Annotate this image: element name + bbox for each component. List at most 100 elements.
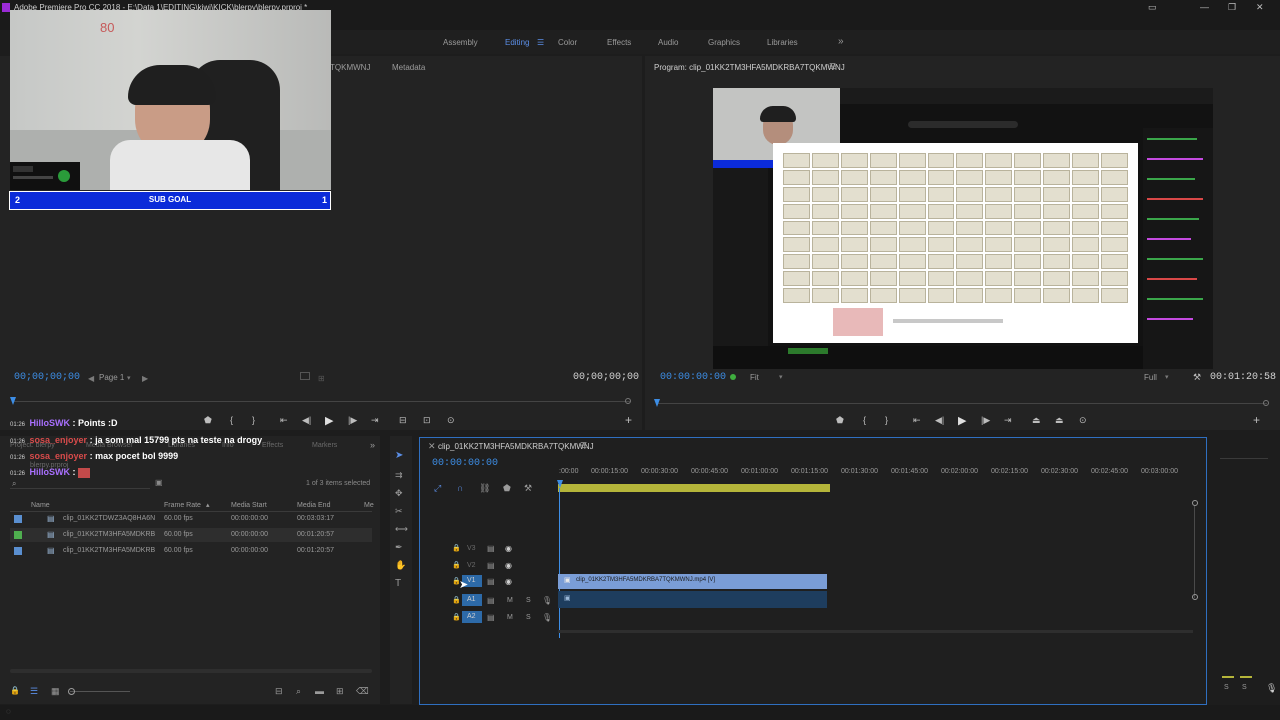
- close-sequence-icon[interactable]: ✕: [428, 441, 436, 452]
- wrench-icon[interactable]: ⚒: [1193, 372, 1201, 383]
- vertical-scroll-handle[interactable]: [1192, 500, 1198, 506]
- mic-a1-icon[interactable]: 🎙: [542, 596, 552, 605]
- toggle-sync-a1-icon[interactable]: ▤: [487, 596, 495, 605]
- zoom-handle[interactable]: [625, 398, 631, 404]
- label-color-swatch[interactable]: [14, 547, 22, 555]
- close-icon[interactable]: ✕: [1256, 2, 1264, 13]
- table-row[interactable]: ▤ clip_01KK2TDWZ3AQ8HA6N 60.00 fps 00:00:00…: [10, 512, 372, 526]
- workspace-effects[interactable]: Effects: [607, 38, 631, 47]
- table-row[interactable]: ▤ clip_01KK2TM3HFA5MDKRB 60.00 fps 00:00:00…: [10, 544, 372, 558]
- restore-icon[interactable]: ❐: [1228, 2, 1236, 13]
- vertical-scroll-handle-2[interactable]: [1192, 594, 1198, 600]
- add-marker-icon[interactable]: ⬟: [836, 415, 844, 426]
- label-color-swatch[interactable]: [14, 515, 22, 523]
- col-frame-rate[interactable]: Frame Rate: [164, 502, 201, 509]
- step-forward-icon[interactable]: |▶: [981, 415, 990, 426]
- workspace-assembly[interactable]: Assembly: [443, 38, 478, 47]
- vertical-scroll-track[interactable]: [1194, 506, 1195, 598]
- col-name[interactable]: Name: [31, 502, 50, 509]
- toggle-sync-v1-icon[interactable]: ▤: [487, 577, 495, 586]
- fit-dropdown-icon[interactable]: ▾: [779, 373, 783, 381]
- export-frame-icon[interactable]: ⊙: [1079, 415, 1087, 426]
- mute-a1-button[interactable]: M: [507, 597, 513, 604]
- play-button[interactable]: ▶: [958, 414, 966, 427]
- track-select-tool-icon[interactable]: ⇉: [395, 470, 403, 481]
- export-frame-small-icon[interactable]: ⊞: [318, 374, 325, 383]
- automate-icon[interactable]: ⊟: [275, 686, 283, 697]
- mic-a2-icon[interactable]: 🎙: [542, 613, 552, 622]
- overwrite-icon[interactable]: ⊡: [423, 415, 431, 426]
- solo-a2-button[interactable]: S: [526, 614, 531, 621]
- selection-tool-icon[interactable]: ➤: [395, 450, 403, 461]
- go-to-in-icon[interactable]: ⇤: [913, 415, 921, 426]
- workspace-color[interactable]: Color: [558, 38, 577, 47]
- program-title[interactable]: Program: clip_01KK2TM3HFA5MDKRBA7TQKMWNJ: [654, 63, 845, 72]
- timeline-horizontal-scrollbar[interactable]: [558, 630, 1193, 633]
- extract-icon[interactable]: ⏏: [1055, 415, 1064, 426]
- slip-tool-icon[interactable]: ⟷: [395, 524, 408, 535]
- toggle-sync-a2-icon[interactable]: ▤: [487, 613, 495, 622]
- col-media-start[interactable]: Media Start: [231, 502, 267, 509]
- workspace-audio[interactable]: Audio: [658, 38, 678, 47]
- list-view-icon[interactable]: ☰: [30, 686, 38, 697]
- solo-left-button[interactable]: S: [1224, 684, 1229, 691]
- quality-dropdown-icon[interactable]: ▾: [1165, 373, 1169, 381]
- toggle-sync-v2-icon[interactable]: ▤: [487, 561, 495, 570]
- source-export-frame-icon[interactable]: ⊙: [447, 415, 455, 426]
- zoom-slider[interactable]: [70, 691, 130, 692]
- pen-tool-icon[interactable]: ✒: [395, 542, 403, 553]
- lock-a2-icon[interactable]: 🔒: [452, 613, 461, 621]
- razor-tool-icon[interactable]: ✂: [395, 506, 403, 517]
- more-workspaces-icon[interactable]: »: [838, 36, 844, 47]
- solo-a1-button[interactable]: S: [526, 597, 531, 604]
- lock-v2-icon[interactable]: 🔒: [452, 561, 461, 569]
- nest-toggle-icon[interactable]: ⤢: [434, 483, 441, 494]
- source-add-button-icon[interactable]: +: [625, 413, 632, 427]
- project-scrollbar[interactable]: [10, 669, 372, 673]
- table-row[interactable]: ▤ clip_01KK2TM3HFA5MDKRB 60.00 fps 00:00:00…: [10, 528, 372, 542]
- source-scrub-bar[interactable]: [12, 401, 630, 402]
- linked-selection-icon[interactable]: ⛓: [479, 483, 490, 494]
- source-go-to-out-icon[interactable]: ⇥: [371, 415, 379, 426]
- mark-in-icon[interactable]: {: [863, 415, 866, 425]
- add-button-icon[interactable]: +: [1253, 413, 1260, 427]
- minimize-icon[interactable]: —: [1200, 2, 1209, 12]
- tab-metadata[interactable]: Metadata: [392, 63, 425, 72]
- new-bin-icon[interactable]: ▬: [315, 686, 324, 696]
- safe-margins-icon[interactable]: [300, 372, 310, 380]
- meter-mic-icon[interactable]: 🎙: [1266, 683, 1277, 694]
- label-color-swatch[interactable]: [14, 531, 22, 539]
- track-label-v3[interactable]: V3: [467, 545, 476, 552]
- hand-tool-icon[interactable]: ✋: [395, 560, 406, 571]
- page-select[interactable]: Page 1: [99, 373, 124, 382]
- mute-a2-button[interactable]: M: [507, 614, 513, 621]
- lock-v3-icon[interactable]: 🔒: [452, 544, 461, 552]
- lock-a1-icon[interactable]: 🔒: [452, 596, 461, 604]
- sequence-menu-icon[interactable]: ☰: [580, 441, 587, 450]
- program-timecode[interactable]: 00:00:00:00: [660, 372, 726, 383]
- toggle-sync-v3-icon[interactable]: ▤: [487, 544, 495, 553]
- col-media-end[interactable]: Media End: [297, 502, 330, 509]
- step-back-icon[interactable]: ◀|: [935, 415, 944, 426]
- add-marker-timeline-icon[interactable]: ⬟: [503, 483, 511, 494]
- find-icon[interactable]: ⌕: [296, 686, 301, 697]
- video-clip[interactable]: ▣ clip_01KK2TM3HFA5MDKRBA7TQKMWNJ.mp4 [V…: [558, 574, 827, 589]
- source-patch-a1[interactable]: A1: [462, 594, 482, 606]
- audio-clip[interactable]: ▣: [558, 591, 827, 608]
- timeline-timecode[interactable]: 00:00:00:00: [432, 458, 498, 469]
- eye-v3-icon[interactable]: ◉: [505, 544, 512, 553]
- track-label-v2[interactable]: V2: [467, 562, 476, 569]
- solo-right-button[interactable]: S: [1242, 684, 1247, 691]
- program-menu-icon[interactable]: ☰: [829, 62, 836, 71]
- lift-icon[interactable]: ⏏: [1032, 415, 1041, 426]
- source-step-forward-icon[interactable]: |▶: [348, 415, 357, 426]
- share-icon[interactable]: ▭: [1148, 2, 1157, 13]
- fit-select[interactable]: Fit: [750, 373, 759, 382]
- prev-page-icon[interactable]: ◀: [88, 374, 94, 383]
- more-tabs-icon[interactable]: »: [370, 440, 375, 450]
- type-tool-icon[interactable]: T: [395, 578, 401, 589]
- snap-icon[interactable]: ∩: [457, 483, 463, 493]
- zoom-slider-handle[interactable]: [68, 688, 75, 695]
- program-zoom-handle[interactable]: [1263, 400, 1269, 406]
- trash-icon[interactable]: ⌫: [356, 686, 369, 697]
